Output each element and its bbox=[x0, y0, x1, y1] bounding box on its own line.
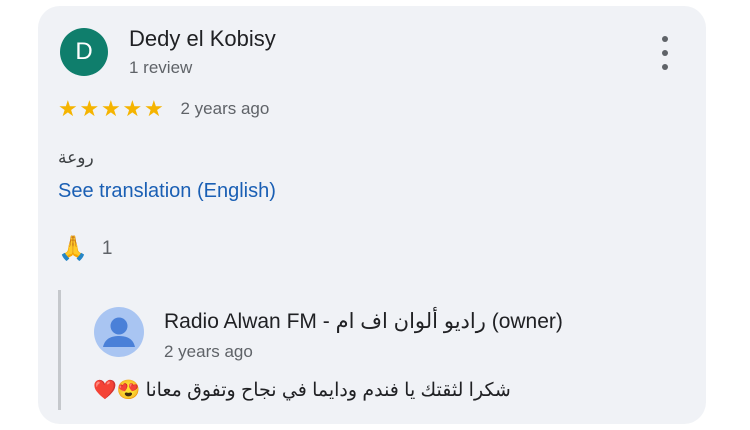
review-time: 2 years ago bbox=[180, 99, 270, 118]
star-rating: ★ ★ ★ ★ ★ bbox=[58, 98, 166, 120]
owner-name: Radio Alwan FM - راديو ألوان اف ام (owne… bbox=[164, 310, 563, 333]
star-icon: ★ bbox=[79, 96, 100, 121]
owner-reply: Radio Alwan FM - راديو ألوان اف ام (owne… bbox=[58, 290, 681, 410]
owner-reply-time: 2 years ago bbox=[164, 342, 253, 361]
owner-reply-text: شكرا لثقتك يا فندم ودايما في نجاح وتفوق … bbox=[93, 380, 511, 401]
author-review-count: 1 review bbox=[129, 58, 193, 77]
star-icon: ★ bbox=[101, 96, 121, 121]
author-avatar[interactable]: D bbox=[60, 28, 108, 76]
star-icon: ★ bbox=[58, 96, 78, 121]
review-text: روعة bbox=[58, 148, 94, 167]
owner-avatar-icon bbox=[94, 307, 144, 357]
reaction-button[interactable]: 🙏 1 bbox=[58, 235, 112, 263]
avatar-letter: D bbox=[75, 38, 93, 65]
more-options-icon[interactable] bbox=[652, 36, 678, 70]
praying-hands-icon: 🙏 bbox=[58, 235, 88, 262]
review-card: D Dedy el Kobisy 1 review ★ ★ ★ ★ ★ 2 ye… bbox=[38, 6, 706, 424]
rating-row: ★ ★ ★ ★ ★ 2 years ago bbox=[58, 98, 269, 120]
reaction-count: 1 bbox=[101, 238, 113, 259]
author-name[interactable]: Dedy el Kobisy bbox=[129, 26, 276, 52]
star-icon: ★ bbox=[144, 96, 164, 121]
see-translation-link[interactable]: See translation (English) bbox=[58, 180, 276, 203]
star-icon: ★ bbox=[122, 96, 143, 121]
